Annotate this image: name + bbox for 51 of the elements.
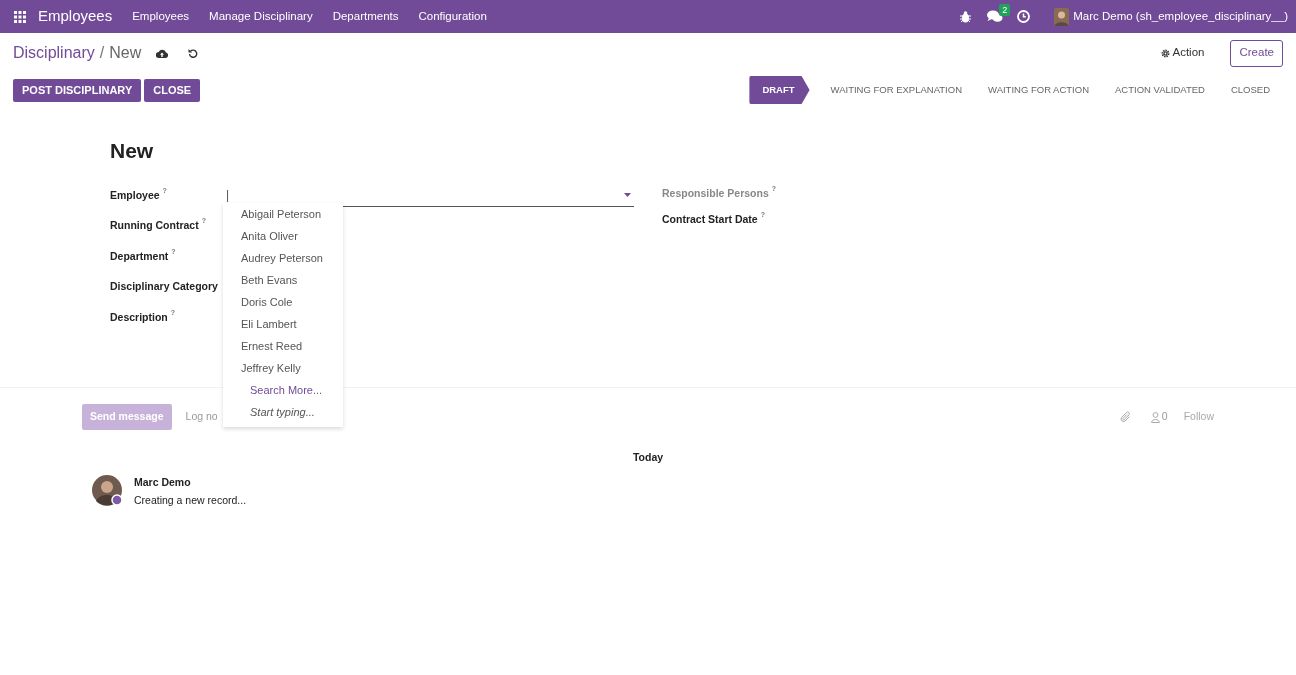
dropdown-option[interactable]: Beth Evans: [223, 269, 343, 291]
undo-icon[interactable]: [188, 48, 199, 58]
user-menu[interactable]: Marc Demo (sh_employee_disciplinary__): [1050, 1, 1292, 32]
status-stage[interactable]: DRAFT: [749, 76, 810, 104]
user-name: Marc Demo (sh_employee_disciplinary__): [1073, 8, 1288, 24]
dropdown-option[interactable]: Jeffrey Kelly: [223, 357, 343, 379]
dropdown-option[interactable]: Doris Cole: [223, 291, 343, 313]
caret-icon: [624, 193, 631, 198]
bug-icon[interactable]: [960, 10, 972, 23]
field-label: Employee: [110, 187, 160, 203]
user-icon: [1150, 411, 1160, 423]
status-stage[interactable]: WAITING FOR ACTION: [975, 76, 1102, 104]
menu-item[interactable]: Manage Disciplinary: [199, 7, 323, 26]
status-stage[interactable]: CLOSED: [1217, 76, 1283, 104]
field-label: Department: [110, 248, 169, 264]
apps-menu-icon[interactable]: [14, 10, 26, 23]
dropdown-hint: Start typing...: [249, 405, 316, 420]
breadcrumb-link[interactable]: Disciplinary: [13, 41, 95, 65]
paperclip-icon[interactable]: [1119, 411, 1131, 423]
settings-icon: [1160, 48, 1170, 58]
status-stage[interactable]: WAITING FOR EXPLANATION: [817, 76, 975, 104]
action-button[interactable]: Action: [1160, 44, 1205, 62]
dropdown-option[interactable]: Anita Oliver: [223, 225, 343, 247]
breadcrumb-current: New: [109, 43, 142, 63]
menu-item[interactable]: Employees: [122, 7, 200, 26]
field-label: Running Contract: [110, 218, 199, 234]
avatar-icon: [1054, 7, 1070, 26]
menu-item[interactable]: Configuration: [408, 7, 497, 26]
field-label: Description: [110, 309, 168, 325]
app-name[interactable]: Employees: [38, 5, 113, 28]
dropdown-option[interactable]: Eli Lambert: [223, 313, 343, 335]
dropdown-option[interactable]: Ernest Reed: [223, 335, 343, 357]
breadcrumb-separator: /: [99, 43, 105, 63]
status-button[interactable]: POST DISCIPLINARY: [13, 78, 142, 102]
status-stage[interactable]: ACTION VALIDATED: [1102, 76, 1218, 104]
clock-icon[interactable]: [1017, 10, 1031, 23]
field-label: Responsible Persons: [662, 185, 769, 201]
cloud-upload-icon[interactable]: [156, 48, 169, 58]
field-label: Contract Start Date: [662, 211, 758, 227]
dropdown-option[interactable]: Audrey Peterson: [223, 247, 343, 269]
author-avatar-icon: [92, 474, 123, 506]
date-separator: Today: [631, 450, 665, 465]
search-more-link[interactable]: Search More...: [223, 379, 343, 401]
status-button[interactable]: CLOSE: [144, 78, 201, 102]
menu-item[interactable]: Departments: [322, 7, 409, 26]
message-count-badge: 2: [999, 4, 1011, 16]
record-title: New: [110, 138, 155, 164]
field-label: Disciplinary Category: [110, 279, 218, 295]
message-author: Marc Demo: [134, 474, 192, 490]
message-text: Creating a new record...: [134, 492, 247, 508]
create-button[interactable]: Create: [1230, 39, 1283, 67]
